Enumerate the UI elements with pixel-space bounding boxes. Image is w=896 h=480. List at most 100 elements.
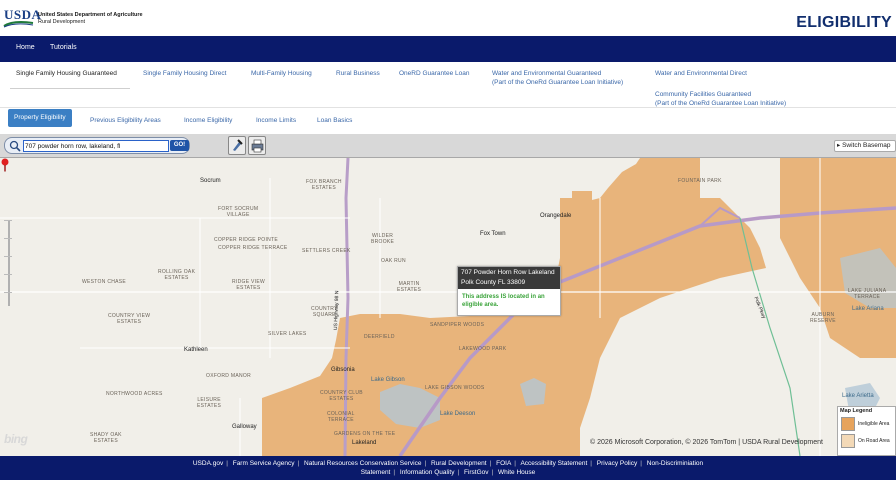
footer-link-statement[interactable]: Statement <box>361 469 391 476</box>
tab-income-eligibility[interactable]: Income Eligibility <box>184 114 232 128</box>
footer-separator: | <box>226 460 228 467</box>
active-tab-underline <box>10 88 130 89</box>
legend-label-road: On Road Area <box>858 438 890 444</box>
tab-community-facilities[interactable]: Community Facilities Guaranteed (Part of… <box>655 90 786 108</box>
address-search-input[interactable] <box>23 140 169 152</box>
tab-onerd[interactable]: OneRD Guarantee Loan <box>399 69 469 78</box>
zoom-tick <box>4 256 12 257</box>
map-label: ROLLING OAK ESTATES <box>158 269 196 281</box>
footer-separator: | <box>489 460 492 467</box>
sub-tabs: Property Eligibility Previous Eligibilit… <box>0 108 896 134</box>
map-label: Fox Town <box>480 231 506 237</box>
map-label: LAKE GIBSON WOODS <box>425 385 485 391</box>
map-label: AUBURN RESERVE <box>810 312 836 324</box>
map-label: COLONIAL TERRACE <box>327 411 355 423</box>
map-label: FORT SOCRUM VILLAGE <box>218 206 259 218</box>
footer-link-accessibility[interactable]: Accessibility Statement <box>520 460 587 467</box>
footer-link-nondiscrimination[interactable]: Non-Discriminiation <box>647 460 703 467</box>
map-label: NORTHWOOD ACRES <box>106 391 163 397</box>
map-label: MARTIN ESTATES <box>397 281 422 293</box>
popup-header: 707 Powder Horn Row Lakeland Polk County… <box>458 267 560 289</box>
tab-multi-family[interactable]: Multi-Family Housing <box>251 69 312 78</box>
footer-link-usda[interactable]: USDA.gov <box>193 460 223 467</box>
map-label: FOUNTAIN PARK <box>678 178 722 184</box>
tab-community-title: Community Facilities Guaranteed <box>655 91 752 98</box>
footer-link-foia[interactable]: FOIA <box>496 460 511 467</box>
legend-swatch-ineligible <box>841 417 855 431</box>
zoom-tick <box>4 220 12 221</box>
map-label: COPPER RIDGE POINTE <box>214 237 279 243</box>
map-label: SETTLERS CREEK <box>302 248 351 254</box>
location-pin-icon[interactable] <box>0 158 10 172</box>
legend-label-ineligible: Ineligible Area <box>858 421 890 427</box>
footer-separator: | <box>491 469 494 476</box>
map-label: LEISURE ESTATES <box>197 397 222 409</box>
agency-name: United States Department of Agriculture … <box>38 12 143 25</box>
map-label: WILDER BROOKE <box>371 233 395 245</box>
eligibility-map[interactable]: Socrum FOX BRANCH ESTATES FORT SOCRUM VILL… <box>0 158 896 456</box>
footer-separator: | <box>424 460 427 467</box>
nav-home[interactable]: Home <box>16 44 35 51</box>
tab-single-family-direct[interactable]: Single Family Housing Direct <box>143 69 226 78</box>
switch-basemap-button[interactable]: ▸ Switch Basemap <box>834 140 896 152</box>
map-label: DEERFIELD <box>364 334 395 340</box>
page-title: ELIGIBILITY <box>796 14 892 31</box>
pushpin-icon <box>233 139 243 151</box>
tab-community-note: (Part of the OneRd Guarantee Loan Initia… <box>655 100 787 107</box>
tab-rural-business[interactable]: Rural Business <box>336 69 380 78</box>
nav-tutorials[interactable]: Tutorials <box>50 44 77 51</box>
popup-city: Polk County FL 33809 <box>461 279 526 286</box>
map-copyright: © 2026 Microsoft Corporation, © 2026 Tom… <box>590 439 823 446</box>
footer-separator: | <box>393 469 396 476</box>
address-popup: 707 Powder Horn Row Lakeland Polk County… <box>457 266 561 316</box>
map-label: Gibsonia <box>331 367 355 373</box>
zoom-tick <box>4 238 12 239</box>
footer-link-info-quality[interactable]: Information Quality <box>400 469 455 476</box>
tab-property-eligibility[interactable]: Property Eligibility <box>8 109 72 127</box>
map-label: WESTON CHASE <box>82 279 127 285</box>
legend-swatch-road <box>841 434 855 448</box>
map-label: SANDPIPER WOODS <box>430 322 485 328</box>
bing-logo: bing <box>4 432 28 446</box>
tab-loan-basics[interactable]: Loan Basics <box>317 114 352 128</box>
map-label: SHADY OAK ESTATES <box>90 432 122 444</box>
pin-tool-button[interactable] <box>228 136 246 155</box>
map-label: LAKEWOOD PARK <box>459 346 507 352</box>
footer-separator: | <box>590 460 592 467</box>
footer-row-1: USDA.gov | Farm Service Agency | Natural R… <box>0 460 896 467</box>
top-nav: Home Tutorials <box>0 36 896 62</box>
footer-link-rd[interactable]: Rural Development <box>431 460 487 467</box>
map-label: Orangedale <box>540 213 572 219</box>
footer-row-2: Statement | Information Quality | FirstGov… <box>0 469 896 476</box>
eligibility-page: USDA United States Department of Agricul… <box>0 0 896 480</box>
footer-link-fsa[interactable]: Farm Service Agency <box>233 460 295 467</box>
map-label: Socrum <box>200 178 221 184</box>
map-label: Lake Ariana <box>852 306 884 312</box>
tab-previous-eligibility-areas[interactable]: Previous Eligibility Areas <box>90 114 161 128</box>
agency-line2: Rural Development <box>38 18 86 25</box>
map-label: LAKE JULIANA TERRACE <box>848 288 887 300</box>
tab-water-guaranteed-title: Water and Environmental Guaranteed <box>492 70 602 77</box>
printer-icon <box>251 139 264 153</box>
footer-link-whitehouse[interactable]: White House <box>498 469 535 476</box>
go-button[interactable]: GO! <box>170 140 189 151</box>
footer-link-privacy[interactable]: Privacy Policy <box>597 460 637 467</box>
tab-single-family-guaranteed[interactable]: Single Family Housing Guaranteed <box>16 69 117 78</box>
search-icon <box>9 140 21 152</box>
map-label: OXFORD MANOR <box>206 373 251 379</box>
map-label: COPPER RIDGE TERRACE <box>218 245 288 251</box>
zoom-tick <box>4 292 12 293</box>
map-label: Lakeland <box>352 440 377 446</box>
site-header: USDA United States Department of Agricul… <box>0 0 896 36</box>
legend-title: Map Legend <box>840 408 873 414</box>
eligibility-message: This address IS located in an eligible a… <box>462 294 545 308</box>
footer-link-nrcs[interactable]: Natural Resources Conservation Service <box>304 460 421 467</box>
tab-water-direct[interactable]: Water and Environmental Direct <box>655 69 747 78</box>
tab-income-limits[interactable]: Income Limits <box>256 114 296 128</box>
map-label: OAK RUN <box>381 258 406 264</box>
tab-water-guaranteed[interactable]: Water and Environmental Guaranteed (Part… <box>492 69 623 87</box>
footer-link-firstgov[interactable]: FirstGov <box>464 469 489 476</box>
zoom-slider[interactable] <box>8 220 10 306</box>
footer-separator: | <box>514 460 516 467</box>
print-button[interactable] <box>248 136 266 155</box>
